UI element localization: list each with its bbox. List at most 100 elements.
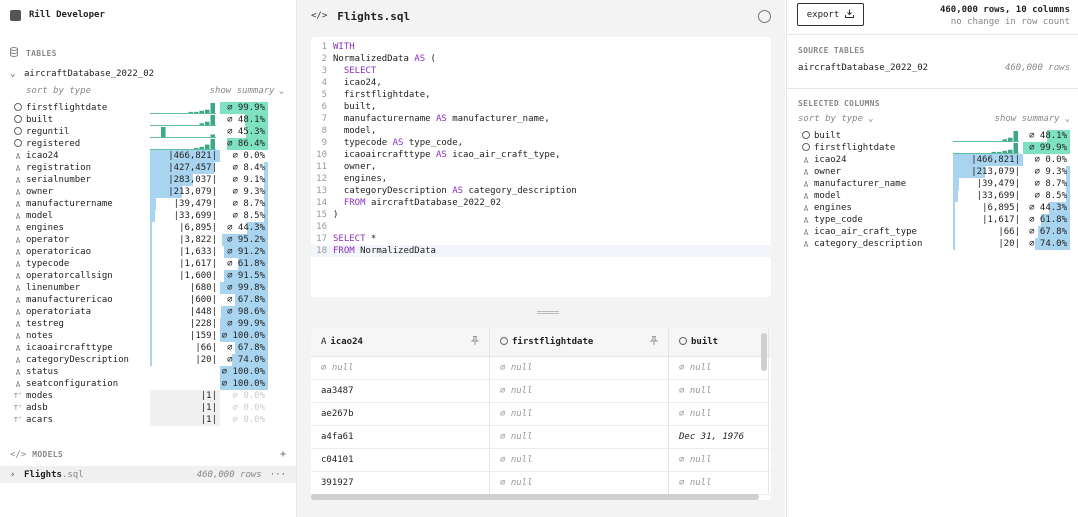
column-row[interactable]: Aserialnumber |283,037| ∅ 9.1%: [10, 174, 282, 186]
column-row[interactable]: AcategoryDescription |20| ∅ 74.0%: [10, 354, 282, 366]
code-line[interactable]: 5 firstflightdate,: [311, 89, 771, 101]
column-row[interactable]: Aicao_air_craft_type |66| ∅ 67.8%: [798, 226, 1070, 238]
column-row[interactable]: Aregistration |427,457| ∅ 8.4%: [10, 162, 282, 174]
table-cell[interactable]: ∅ null: [669, 380, 769, 402]
column-row[interactable]: registered ∅ 86.4%: [10, 138, 282, 150]
column-row[interactable]: Aicao24 |466,821| ∅ 0.0%: [798, 154, 1070, 166]
column-header-built[interactable]: built: [669, 328, 769, 356]
sort-by-type-button[interactable]: sort by type: [26, 86, 91, 96]
code-line[interactable]: 1 WITH: [311, 41, 771, 53]
code-line[interactable]: 14 FROM aircraftDatabase_2022_02: [311, 197, 771, 209]
model-item-flights[interactable]: › Flights .sql 460,000 rows ···: [0, 466, 296, 483]
horizontal-scrollbar[interactable]: [311, 494, 759, 500]
code-line[interactable]: 2 NormalizedData AS (: [311, 53, 771, 65]
column-row[interactable]: Amodel |33,699| ∅ 8.5%: [798, 190, 1070, 202]
more-options-icon[interactable]: ···: [270, 470, 286, 480]
table-item[interactable]: ⌄ aircraftDatabase_2022_02: [10, 69, 294, 79]
column-row[interactable]: Atestreg |228| ∅ 99.9%: [10, 318, 282, 330]
column-row[interactable]: Aseatconfiguration ∅ 100.0%: [10, 378, 282, 390]
code-line[interactable]: 11 owner,: [311, 161, 771, 173]
code-line[interactable]: 3 SELECT: [311, 65, 771, 77]
column-row[interactable]: Tᶠ adsb |1| ∅ 0.0%: [10, 402, 282, 414]
column-row[interactable]: Anotes |159| ∅ 100.0%: [10, 330, 282, 342]
column-row[interactable]: Amanufacturericao |600| ∅ 67.8%: [10, 294, 282, 306]
table-cell[interactable]: ∅ null: [490, 449, 669, 471]
column-header-firstflightdate[interactable]: firstflightdate: [490, 328, 669, 356]
code-line[interactable]: 7 manufacturername AS manufacturer_name,: [311, 113, 771, 125]
table-cell[interactable]: ∅ null: [490, 426, 669, 448]
table-cell[interactable]: aa3487: [311, 380, 490, 402]
table-cell[interactable]: ∅ null: [669, 403, 769, 425]
table-cell[interactable]: 391927: [311, 472, 490, 494]
code-line[interactable]: 16: [311, 221, 771, 233]
column-row[interactable]: Acategory_description |20| ∅ 74.0%: [798, 238, 1070, 250]
sql-token: icao24,: [333, 78, 382, 88]
table-cell[interactable]: ∅ null: [490, 357, 669, 379]
table-cell[interactable]: ∅ null: [311, 357, 490, 379]
column-row[interactable]: Amanufacturername |39,479| ∅ 8.7%: [10, 198, 282, 210]
code-line[interactable]: 18 FROM NormalizedData: [311, 245, 771, 257]
models-header[interactable]: </> MODELS: [10, 450, 63, 460]
column-row[interactable]: built ∅ 48.1%: [798, 130, 1070, 142]
code-line[interactable]: 17 SELECT *: [311, 233, 771, 245]
resize-handle[interactable]: [537, 311, 559, 314]
column-row[interactable]: Aengines |6,895| ∅ 44.3%: [10, 222, 282, 234]
column-row[interactable]: Tᶠ acars |1| ∅ 0.0%: [10, 414, 282, 426]
code-line[interactable]: 15): [311, 209, 771, 221]
column-row[interactable]: Aicaoaircrafttype |66| ∅ 67.8%: [10, 342, 282, 354]
column-row[interactable]: Aoperatorcallsign |1,600| ∅ 91.5%: [10, 270, 282, 282]
column-row[interactable]: Aicao24 |466,821| ∅ 0.0%: [10, 150, 282, 162]
brand[interactable]: Rill Developer: [10, 8, 105, 22]
show-summary-dropdown[interactable]: show summary ⌄: [995, 114, 1070, 124]
column-row[interactable]: Aoperatoricao |1,633| ∅ 91.2%: [10, 246, 282, 258]
column-row[interactable]: Amodel |33,699| ∅ 8.5%: [10, 210, 282, 222]
column-row[interactable]: Aengines |6,895| ∅ 44.3%: [798, 202, 1070, 214]
cardinality-cell: |20|: [953, 238, 1023, 250]
column-row[interactable]: Aoperator |3,822| ∅ 95.2%: [10, 234, 282, 246]
sort-by-type-dropdown[interactable]: sort by type ⌄: [798, 114, 873, 124]
table-cell[interactable]: ∅ null: [490, 403, 669, 425]
sql-token: manufacturer_name,: [446, 114, 550, 124]
column-row[interactable]: firstflightdate ∅ 99.9%: [10, 102, 282, 114]
column-row[interactable]: Atype_code |1,617| ∅ 61.8%: [798, 214, 1070, 226]
model-title[interactable]: Flights.sql: [337, 10, 410, 23]
column-row[interactable]: firstflightdate ∅ 99.9%: [798, 142, 1070, 154]
column-row[interactable]: Aowner |213,079| ∅ 9.3%: [798, 166, 1070, 178]
code-line[interactable]: 9 typecode AS type_code,: [311, 137, 771, 149]
vertical-scrollbar[interactable]: [761, 333, 767, 371]
code-line[interactable]: 13 categoryDescription AS category_descr…: [311, 185, 771, 197]
source-table-item[interactable]: aircraftDatabase_2022_02 460,000 rows: [798, 63, 1070, 73]
column-header-icao24[interactable]: Aicao24: [311, 328, 490, 356]
tables-section-header[interactable]: TABLES: [10, 47, 57, 60]
code-line[interactable]: 12 engines,: [311, 173, 771, 185]
table-cell[interactable]: ∅ null: [490, 472, 669, 494]
column-row[interactable]: Amanufacturer_name |39,479| ∅ 8.7%: [798, 178, 1070, 190]
table-cell[interactable]: ae267b: [311, 403, 490, 425]
table-cell[interactable]: ∅ null: [669, 449, 769, 471]
code-line[interactable]: 8 model,: [311, 125, 771, 137]
show-summary-dropdown[interactable]: show summary ⌄: [210, 86, 284, 96]
column-row[interactable]: Aoperatoriata |448| ∅ 98.6%: [10, 306, 282, 318]
add-model-button[interactable]: +: [280, 449, 286, 460]
table-cell[interactable]: ∅ null: [669, 357, 769, 379]
table-cell[interactable]: ∅ null: [669, 472, 769, 494]
code-line[interactable]: 4 icao24,: [311, 77, 771, 89]
column-row[interactable]: Tᶠ modes |1| ∅ 0.0%: [10, 390, 282, 402]
column-row[interactable]: Atypecode |1,617| ∅ 61.8%: [10, 258, 282, 270]
table-cell[interactable]: a4fa61: [311, 426, 490, 448]
column-row[interactable]: built ∅ 48.1%: [10, 114, 282, 126]
column-row[interactable]: Aowner |213,079| ∅ 9.3%: [10, 186, 282, 198]
column-row[interactable]: Astatus ∅ 100.0%: [10, 366, 282, 378]
table-cell[interactable]: Dec 31, 1976: [669, 426, 769, 448]
pin-icon[interactable]: [470, 336, 480, 348]
code-line[interactable]: 10 icaoaircrafttype AS icao_air_craft_ty…: [311, 149, 771, 161]
sql-editor[interactable]: 1 WITH 2 NormalizedData AS (3 SELECT 4 icao2…: [311, 37, 771, 297]
pin-icon[interactable]: [649, 336, 659, 348]
table-cell[interactable]: c04101: [311, 449, 490, 471]
column-row[interactable]: reguntil ∅ 45.3%: [10, 126, 282, 138]
table-cell[interactable]: ∅ null: [490, 380, 669, 402]
export-button[interactable]: export: [797, 3, 864, 26]
code-text: icao24,: [333, 77, 382, 89]
column-row[interactable]: Alinenumber |680| ∅ 99.8%: [10, 282, 282, 294]
code-line[interactable]: 6 built,: [311, 101, 771, 113]
